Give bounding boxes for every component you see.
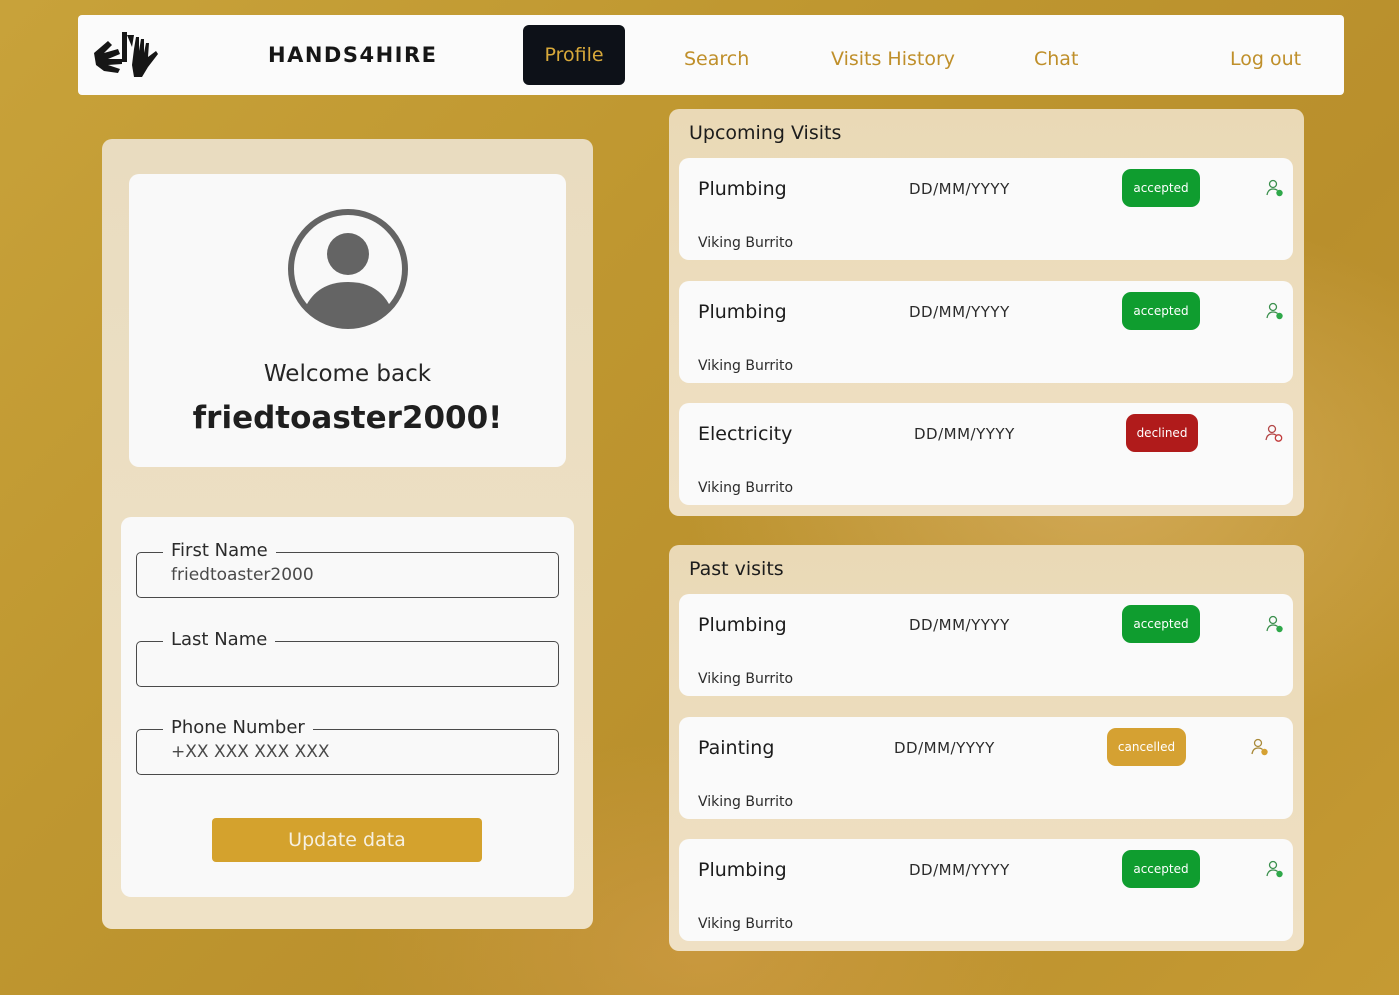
update-data-button[interactable]: Update data <box>212 818 482 862</box>
user-check-icon <box>1266 860 1283 878</box>
welcome-message: Welcome back <box>263 361 432 387</box>
profile-card: Welcome back friedtoaster2000! First Nam… <box>102 139 593 929</box>
hands-logo-icon <box>94 32 158 77</box>
visit-card[interactable]: Plumbing DD/MM/YYYY accepted Viking Burr… <box>679 281 1293 383</box>
visit-card[interactable]: Plumbing DD/MM/YYYY accepted Viking Burr… <box>679 158 1293 260</box>
visit-service: Electricity <box>698 423 793 445</box>
nav-search-tab[interactable]: Search <box>684 29 749 89</box>
phone-number-field[interactable]: Phone Number +XX XXX XXX XXX <box>136 717 559 775</box>
username-heading: friedtoaster2000! <box>192 400 503 436</box>
first-name-field[interactable]: First Name friedtoaster2000 <box>136 540 559 598</box>
status-badge: declined <box>1126 414 1198 452</box>
visit-service: Plumbing <box>698 614 787 636</box>
visit-client: Viking Burrito <box>698 235 794 251</box>
visit-card[interactable]: Plumbing DD/MM/YYYY accepted Viking Burr… <box>679 594 1293 696</box>
visit-client: Viking Burrito <box>698 671 794 687</box>
visit-date: DD/MM/YYYY <box>909 180 1010 198</box>
visit-date: DD/MM/YYYY <box>909 616 1010 634</box>
first-name-label: First Name <box>163 540 276 561</box>
visit-client: Viking Burrito <box>698 480 794 496</box>
visit-client: Viking Burrito <box>698 358 794 374</box>
past-visits-title: Past visits <box>689 558 784 580</box>
visit-client: Viking Burrito <box>698 794 794 810</box>
user-avatar-icon <box>288 209 408 329</box>
status-badge: cancelled <box>1107 728 1186 766</box>
user-cancelled-icon <box>1251 738 1268 756</box>
nav-chat-tab[interactable]: Chat <box>1034 29 1078 89</box>
status-badge: accepted <box>1122 169 1200 207</box>
status-badge: accepted <box>1122 605 1200 643</box>
nav-logout-link[interactable]: Log out <box>1230 29 1301 89</box>
visit-client: Viking Burrito <box>698 916 794 932</box>
first-name-value: friedtoaster2000 <box>171 565 314 585</box>
visit-card[interactable]: Painting DD/MM/YYYY cancelled Viking Bur… <box>679 717 1293 819</box>
status-badge: accepted <box>1122 850 1200 888</box>
user-check-icon <box>1266 179 1283 197</box>
profile-form: First Name friedtoaster2000 Last Name Ph… <box>121 517 574 897</box>
visit-date: DD/MM/YYYY <box>909 303 1010 321</box>
user-check-icon <box>1266 302 1283 320</box>
visit-service: Plumbing <box>698 178 787 200</box>
visit-service: Painting <box>698 737 775 759</box>
welcome-box: Welcome back friedtoaster2000! <box>129 174 566 467</box>
visit-service: Plumbing <box>698 301 787 323</box>
visit-card[interactable]: Plumbing DD/MM/YYYY accepted Viking Burr… <box>679 839 1293 941</box>
nav-visits-history-tab[interactable]: Visits History <box>831 29 955 89</box>
phone-number-label: Phone Number <box>163 717 313 738</box>
user-declined-icon <box>1265 424 1283 442</box>
last-name-label: Last Name <box>163 629 276 650</box>
visit-card[interactable]: Electricity DD/MM/YYYY declined Viking B… <box>679 403 1293 505</box>
top-navbar: HANDS4HIRE Profile Search Visits History… <box>78 15 1344 95</box>
visit-date: DD/MM/YYYY <box>914 425 1015 443</box>
upcoming-visits-title: Upcoming Visits <box>689 122 842 144</box>
user-check-icon <box>1266 615 1283 633</box>
phone-number-placeholder: +XX XXX XXX XXX <box>171 742 330 762</box>
status-badge: accepted <box>1122 292 1200 330</box>
past-visits-panel: Past visits Plumbing DD/MM/YYYY accepted… <box>669 545 1304 951</box>
visit-service: Plumbing <box>698 859 787 881</box>
nav-profile-tab[interactable]: Profile <box>523 25 625 85</box>
upcoming-visits-panel: Upcoming Visits Plumbing DD/MM/YYYY acce… <box>669 109 1304 516</box>
brand-name: HANDS4HIRE <box>268 43 438 67</box>
visit-date: DD/MM/YYYY <box>894 739 995 757</box>
visit-date: DD/MM/YYYY <box>909 861 1010 879</box>
last-name-field[interactable]: Last Name <box>136 629 559 687</box>
